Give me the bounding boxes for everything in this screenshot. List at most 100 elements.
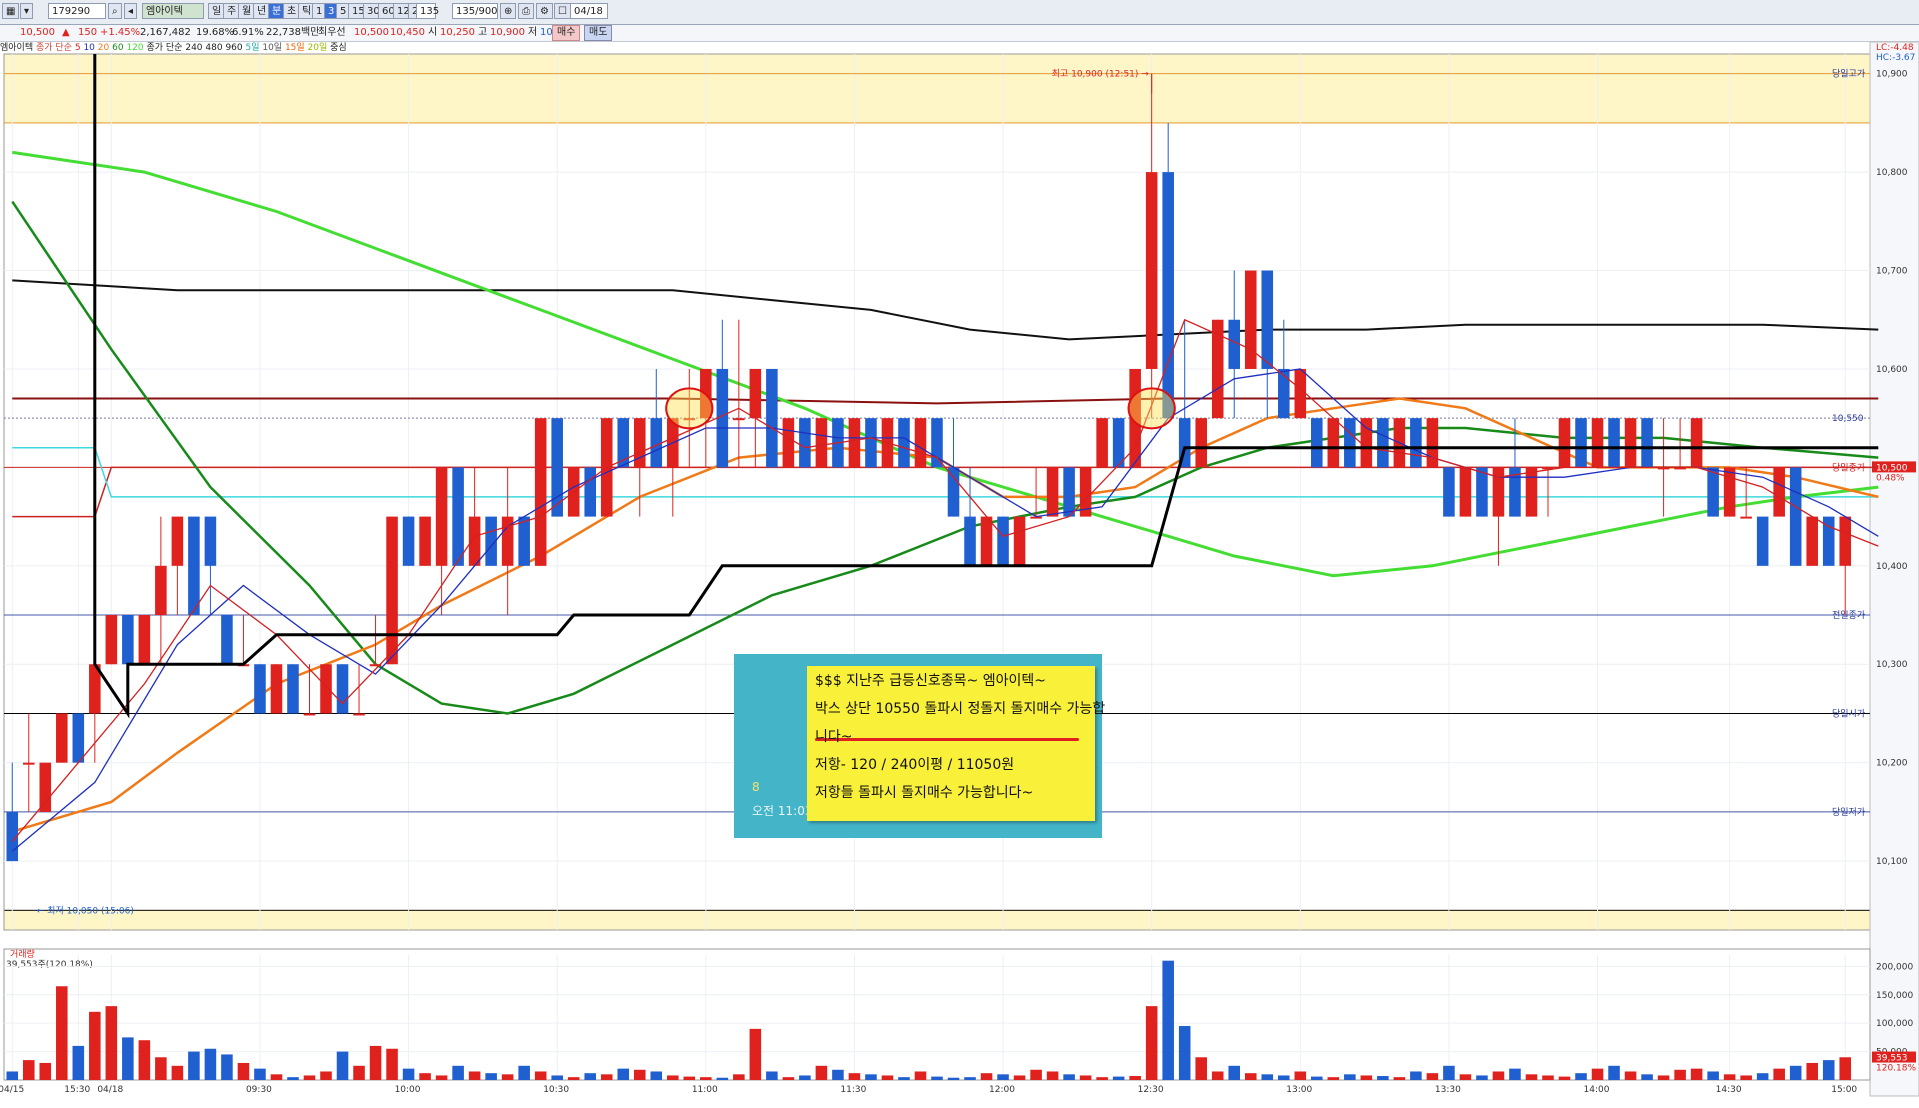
volume-bar-79 — [1311, 1076, 1323, 1080]
note-read-count: 8 — [752, 780, 760, 794]
candle-72 — [1195, 418, 1207, 468]
y-tick-label-6: 10,700 — [1876, 267, 1908, 277]
volume-bar-61 — [1013, 1075, 1026, 1080]
x-tick-label-1: 15:30 — [64, 1085, 90, 1095]
x-tick-label-2: 04/18 — [97, 1085, 123, 1095]
vol-tick-label-3: 200,000 — [1876, 962, 1913, 972]
candle-102 — [1690, 418, 1703, 468]
candle-88 — [1459, 467, 1472, 517]
note-line-3: 니다~ — [815, 729, 853, 745]
candle-24 — [402, 516, 415, 566]
volume-bar-65 — [1079, 1075, 1092, 1080]
vol-tick-label-2: 150,000 — [1876, 991, 1913, 1001]
volume-bar-35 — [584, 1073, 597, 1080]
x-tick-label-4: 10:00 — [395, 1085, 421, 1095]
volume-bar-19 — [320, 1071, 332, 1080]
volume-bar-88 — [1459, 1074, 1472, 1080]
x-tick-label-12: 14:00 — [1584, 1085, 1610, 1095]
volume-bar-29 — [485, 1073, 497, 1080]
volume-bar-53 — [881, 1075, 894, 1080]
candle-11 — [188, 516, 200, 616]
volume-bar-48 — [799, 1075, 811, 1080]
y-tick-label-1: 10,200 — [1876, 759, 1908, 769]
volume-bar-15 — [254, 1068, 266, 1080]
volume-bar-49 — [815, 1065, 828, 1080]
volume-bar-90 — [1492, 1071, 1505, 1080]
volume-label: 거래량 — [10, 948, 35, 960]
volume-bar-109 — [1806, 1062, 1818, 1080]
volume-bar-89 — [1476, 1075, 1488, 1080]
x-tick-label-6: 11:00 — [692, 1085, 718, 1095]
volume-bar-80 — [1327, 1077, 1340, 1080]
candle-63 — [1046, 467, 1059, 517]
candle-44 — [733, 418, 745, 421]
volume-bar-32 — [534, 1071, 547, 1080]
volume-current-pct: 120.18% — [1876, 1064, 1916, 1074]
candle-81 — [1344, 418, 1356, 468]
candle-92 — [1525, 467, 1538, 517]
volume-bar-12 — [204, 1048, 217, 1080]
volume-bar-58 — [964, 1077, 976, 1080]
note-line-5: 저항들 돌파시 돌지매수 가능합니다~ — [815, 785, 1034, 801]
hc-label: HC:-3.67 — [1876, 53, 1915, 63]
price-line-label-0: 당일고가 — [1832, 69, 1865, 80]
volume-bar-82 — [1360, 1075, 1373, 1080]
volume-bar-21 — [353, 1065, 365, 1080]
volume-bar-43 — [716, 1077, 729, 1080]
volume-bar-96 — [1591, 1068, 1604, 1080]
candle-85 — [1410, 418, 1422, 468]
volume-bar-38 — [633, 1069, 646, 1080]
volume-bar-64 — [1063, 1074, 1075, 1080]
candle-59 — [980, 516, 993, 566]
volume-bar-62 — [1030, 1069, 1042, 1080]
candle-8 — [138, 615, 151, 665]
volume-bar-100 — [1657, 1075, 1670, 1080]
candle-60 — [997, 516, 1009, 566]
volume-bar-97 — [1608, 1065, 1620, 1080]
vol-tick-label-1: 100,000 — [1876, 1019, 1913, 1029]
candle-10 — [171, 516, 184, 566]
candle-25 — [419, 516, 431, 566]
candle-96 — [1591, 418, 1604, 468]
volume-bar-6 — [105, 1006, 118, 1080]
x-tick-label-3: 09:30 — [246, 1085, 272, 1095]
volume-bar-106 — [1756, 1073, 1769, 1080]
volume-bar-78 — [1294, 1071, 1307, 1080]
candle-80 — [1327, 418, 1340, 468]
candle-17 — [287, 664, 299, 714]
candle-23 — [386, 516, 398, 665]
volume-bar-41 — [683, 1076, 696, 1080]
volume-bar-104 — [1723, 1074, 1736, 1080]
volume-bar-1 — [22, 1060, 35, 1080]
candle-1 — [22, 762, 35, 765]
price-chart: 04/15 15:30 04/18 09:30 10:00 10:30 11:00 11:30… — [0, 41, 1919, 1097]
candle-13 — [221, 615, 233, 665]
candle-99 — [1641, 418, 1653, 468]
x-tick-label-13: 14:30 — [1716, 1085, 1742, 1095]
volume-bar-77 — [1277, 1075, 1290, 1080]
volume-summary: 39,553주(120.18%) — [6, 959, 93, 970]
volume-bar-68 — [1129, 1076, 1141, 1080]
x-tick-label-10: 13:00 — [1286, 1085, 1312, 1095]
ma120-line — [12, 150, 1879, 578]
volume-bar-66 — [1096, 1077, 1108, 1080]
candle-26 — [435, 467, 448, 566]
candle-54 — [898, 418, 910, 468]
x-tick-label-14: 15:00 — [1831, 1085, 1857, 1095]
volume-bar-91 — [1509, 1068, 1521, 1080]
candle-98 — [1624, 418, 1637, 468]
candle-18 — [303, 713, 316, 716]
candle-16 — [270, 664, 283, 714]
volume-bar-26 — [435, 1075, 448, 1080]
volume-bar-14 — [237, 1062, 250, 1080]
volume-bar-105 — [1740, 1075, 1752, 1080]
volume-bar-52 — [865, 1074, 877, 1080]
y-tick-label-5: 10,600 — [1876, 365, 1908, 375]
candle-57 — [947, 467, 960, 517]
volume-bar-51 — [848, 1073, 861, 1080]
low-marker: ← 최저 10,050 (15:06) — [37, 905, 134, 916]
volume-bar-11 — [188, 1051, 200, 1080]
price-line-label-1: 10,550 — [1832, 414, 1864, 424]
ma480-line — [12, 397, 1879, 405]
volume-bar-103 — [1707, 1071, 1719, 1080]
